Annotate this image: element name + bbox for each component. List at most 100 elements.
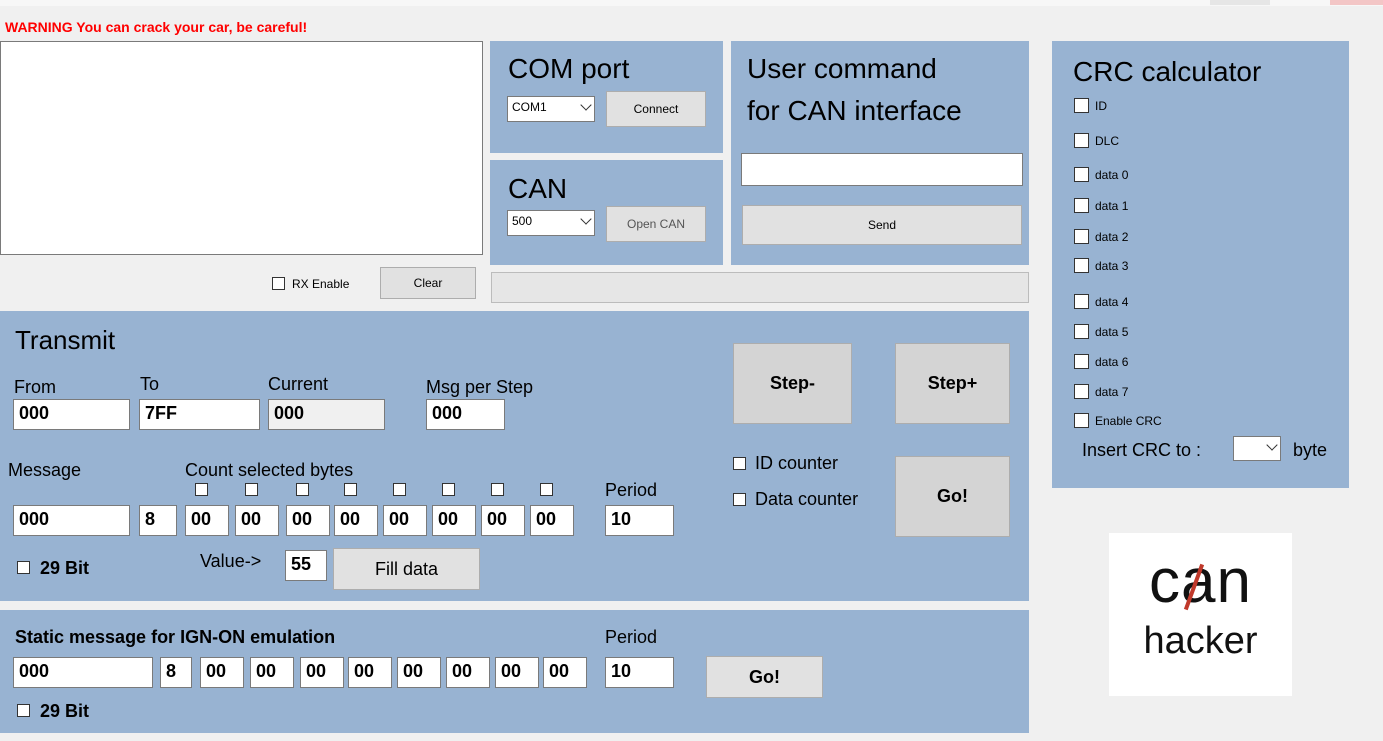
log-textbox[interactable] <box>0 41 483 255</box>
transmit-period-label: Period <box>605 480 658 500</box>
crc-option-label: Enable CRC <box>1095 413 1162 428</box>
status-bar <box>491 272 1029 303</box>
crc-option-row[interactable]: DLC <box>1074 133 1119 148</box>
crc-option-row[interactable]: Enable CRC <box>1074 413 1162 428</box>
static-byte-input[interactable]: 00 <box>397 657 441 688</box>
value-label: Value-> <box>200 551 262 571</box>
transmit-dlc-input[interactable]: 8 <box>139 505 177 536</box>
static-29bit-checkbox[interactable] <box>17 704 30 717</box>
crc-option-row[interactable]: data 2 <box>1074 229 1128 244</box>
static-go-button[interactable]: Go! <box>706 656 823 698</box>
fill-value-input[interactable]: 55 <box>285 550 327 581</box>
crc-byte-select[interactable] <box>1233 436 1281 461</box>
crc-option-checkbox[interactable] <box>1074 167 1089 182</box>
msg-per-step-label: Msg per Step <box>426 377 534 397</box>
static-byte-input[interactable]: 00 <box>446 657 490 688</box>
msg-per-step-input[interactable]: 000 <box>426 399 505 430</box>
send-button[interactable]: Send <box>742 205 1022 245</box>
static-message-id-input[interactable]: 000 <box>13 657 153 688</box>
count-byte-checkbox[interactable] <box>245 483 258 496</box>
static-period-label: Period <box>605 627 658 647</box>
from-input[interactable]: 000 <box>13 399 130 430</box>
chevron-down-icon <box>1266 439 1278 451</box>
connect-button[interactable]: Connect <box>606 91 706 127</box>
count-byte-checkbox[interactable] <box>195 483 208 496</box>
crc-option-row[interactable]: data 7 <box>1074 384 1128 399</box>
open-can-button[interactable]: Open CAN <box>606 206 706 242</box>
com-port-select[interactable]: COM1 <box>507 96 595 122</box>
crc-option-checkbox[interactable] <box>1074 258 1089 273</box>
count-byte-checkbox[interactable] <box>540 483 553 496</box>
step-minus-button[interactable]: Step- <box>733 343 852 424</box>
transmit-title: Transmit <box>15 325 116 355</box>
crc-option-label: data 6 <box>1095 354 1129 369</box>
static-message-title: Static message for IGN-ON emulation <box>15 627 336 647</box>
static-byte-input[interactable]: 00 <box>300 657 344 688</box>
from-label: From <box>14 377 56 397</box>
static-byte-input[interactable]: 00 <box>348 657 392 688</box>
crc-option-row[interactable]: data 5 <box>1074 324 1128 339</box>
transmit-byte-input[interactable]: 00 <box>235 505 279 536</box>
crc-option-row[interactable]: ID <box>1074 98 1107 113</box>
minimize-button[interactable] <box>1210 0 1270 5</box>
user-command-title-line2: for CAN interface <box>747 95 962 126</box>
count-byte-checkbox[interactable] <box>393 483 406 496</box>
can-speed-select[interactable]: 500 <box>507 210 595 236</box>
crc-option-row[interactable]: data 1 <box>1074 198 1128 213</box>
static-period-input[interactable]: 10 <box>605 657 674 688</box>
user-command-input[interactable] <box>741 153 1023 186</box>
id-counter-label: ID counter <box>755 453 839 473</box>
transmit-byte-input[interactable]: 00 <box>481 505 525 536</box>
id-counter-checkbox[interactable] <box>733 457 746 470</box>
user-command-title-line1: User command <box>747 53 937 84</box>
crc-option-label: data 7 <box>1095 384 1129 399</box>
crc-option-checkbox[interactable] <box>1074 98 1089 113</box>
current-field: 000 <box>268 399 385 430</box>
rx-enable-checkbox[interactable] <box>272 277 285 290</box>
crc-option-row[interactable]: data 3 <box>1074 258 1128 273</box>
data-counter-checkbox[interactable] <box>733 493 746 506</box>
count-byte-checkbox[interactable] <box>442 483 455 496</box>
crc-option-checkbox[interactable] <box>1074 324 1089 339</box>
crc-option-row[interactable]: data 0 <box>1074 167 1128 182</box>
count-byte-checkbox[interactable] <box>344 483 357 496</box>
count-byte-checkbox[interactable] <box>296 483 309 496</box>
transmit-byte-input[interactable]: 00 <box>432 505 476 536</box>
transmit-byte-input[interactable]: 00 <box>383 505 427 536</box>
transmit-byte-input[interactable]: 00 <box>334 505 378 536</box>
window-top-strip <box>0 0 1383 6</box>
count-selected-bytes-label: Count selected bytes <box>185 460 354 480</box>
to-input[interactable]: 7FF <box>139 399 260 430</box>
crc-option-row[interactable]: data 4 <box>1074 294 1128 309</box>
transmit-period-input[interactable]: 10 <box>605 505 674 536</box>
com-port-value: COM1 <box>512 100 547 114</box>
close-button[interactable] <box>1330 0 1383 5</box>
static-byte-input[interactable]: 00 <box>200 657 244 688</box>
transmit-byte-input[interactable]: 00 <box>286 505 330 536</box>
crc-option-checkbox[interactable] <box>1074 229 1089 244</box>
com-port-title: COM port <box>508 53 630 84</box>
static-dlc-input[interactable]: 8 <box>160 657 192 688</box>
transmit-go-button[interactable]: Go! <box>895 456 1010 537</box>
clear-button[interactable]: Clear <box>380 267 476 299</box>
crc-option-checkbox[interactable] <box>1074 413 1089 428</box>
count-byte-checkbox[interactable] <box>491 483 504 496</box>
fill-data-button[interactable]: Fill data <box>333 548 480 590</box>
transmit-byte-input[interactable]: 00 <box>185 505 229 536</box>
static-byte-input[interactable]: 00 <box>495 657 539 688</box>
crc-option-checkbox[interactable] <box>1074 384 1089 399</box>
crc-option-checkbox[interactable] <box>1074 354 1089 369</box>
transmit-byte-input[interactable]: 00 <box>530 505 574 536</box>
crc-option-checkbox[interactable] <box>1074 133 1089 148</box>
static-byte-input[interactable]: 00 <box>543 657 587 688</box>
step-plus-button[interactable]: Step+ <box>895 343 1010 424</box>
crc-option-row[interactable]: data 6 <box>1074 354 1128 369</box>
static-byte-input[interactable]: 00 <box>250 657 294 688</box>
user-command-panel: User command for CAN interface Send <box>731 41 1029 265</box>
logo-text-bottom: hacker <box>1143 620 1258 662</box>
crc-option-checkbox[interactable] <box>1074 198 1089 213</box>
transmit-29bit-checkbox[interactable] <box>17 561 30 574</box>
crc-option-label: data 0 <box>1095 167 1129 182</box>
crc-option-checkbox[interactable] <box>1074 294 1089 309</box>
transmit-message-id-input[interactable]: 000 <box>13 505 130 536</box>
